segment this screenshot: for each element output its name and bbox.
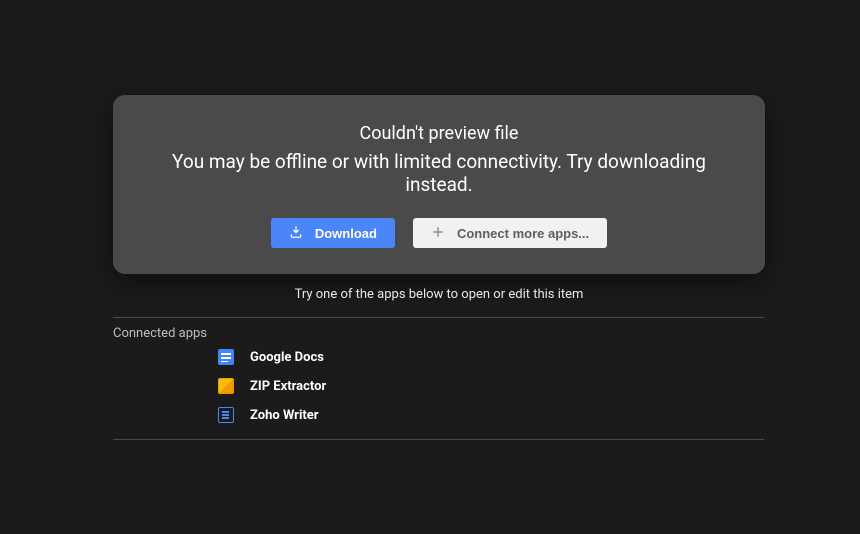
card-subtitle: You may be offline or with limited conne… — [137, 150, 741, 196]
divider — [113, 439, 764, 440]
app-item-zoho-writer[interactable]: Zoho Writer — [218, 407, 326, 423]
download-button[interactable]: Download — [271, 218, 395, 248]
app-name: Zoho Writer — [250, 408, 319, 423]
divider — [113, 317, 764, 318]
connected-apps-list: Google Docs ZIP Extractor Zoho Writer — [218, 349, 326, 423]
suggestion-text: Try one of the apps below to open or edi… — [113, 287, 765, 302]
zoho-writer-icon — [218, 407, 234, 423]
app-item-zip-extractor[interactable]: ZIP Extractor — [218, 378, 326, 394]
button-row: Download Connect more apps... — [137, 218, 741, 248]
google-docs-icon — [218, 349, 234, 365]
download-button-label: Download — [315, 226, 377, 241]
app-item-google-docs[interactable]: Google Docs — [218, 349, 326, 365]
app-name: ZIP Extractor — [250, 379, 326, 394]
zip-extractor-icon — [218, 378, 234, 394]
connected-apps-label: Connected apps — [113, 326, 207, 341]
card-title: Couldn't preview file — [137, 123, 741, 144]
plus-icon — [431, 225, 445, 242]
connect-apps-label: Connect more apps... — [457, 226, 589, 241]
preview-error-card: Couldn't preview file You may be offline… — [113, 95, 765, 274]
app-name: Google Docs — [250, 350, 324, 365]
connect-apps-button[interactable]: Connect more apps... — [413, 218, 607, 248]
download-icon — [289, 225, 303, 242]
